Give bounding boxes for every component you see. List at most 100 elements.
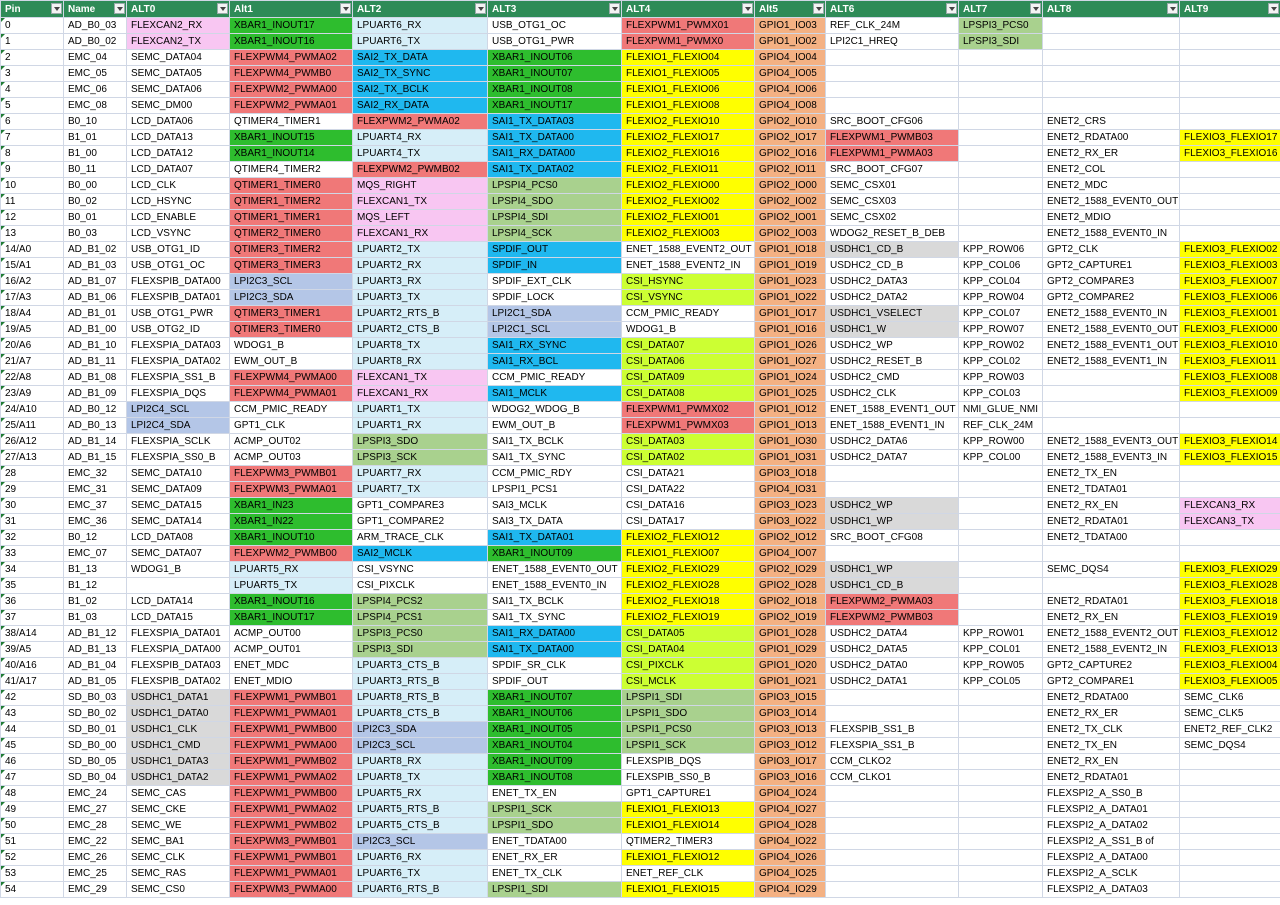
cell-alt9[interactable]: [1179, 161, 1280, 178]
cell-alt0[interactable]: LCD_DATA15: [126, 609, 230, 626]
cell-alt6[interactable]: FLEXSPIA_SS1_B: [825, 737, 959, 754]
cell-pin[interactable]: 41/A17: [0, 673, 64, 690]
cell-alt8[interactable]: [1042, 401, 1180, 418]
cell-alt2[interactable]: FLEXCAN1_TX: [352, 369, 488, 386]
filter-dropdown-icon[interactable]: [946, 3, 957, 14]
cell-alt0[interactable]: FLEXSPIB_DATA03: [126, 657, 230, 674]
cell-alt1[interactable]: FLEXPWM1_PWMA01: [229, 705, 353, 722]
cell-alt1[interactable]: LPUART5_TX: [229, 577, 353, 594]
cell-alt0[interactable]: FLEXCAN2_RX: [126, 17, 230, 34]
cell-alt3[interactable]: SPDIF_SR_CLK: [487, 657, 622, 674]
cell-alt3[interactable]: XBAR1_INOUT07: [487, 689, 622, 706]
cell-pin[interactable]: 47: [0, 769, 64, 786]
cell-alt1[interactable]: QTIMER4_TIMER1: [229, 113, 353, 130]
column-header-alt7[interactable]: ALT7: [958, 0, 1043, 18]
cell-alt9[interactable]: SEMC_CLK5: [1179, 705, 1280, 722]
cell-alt7[interactable]: KPP_COL01: [958, 641, 1043, 658]
cell-alt4[interactable]: QTIMER2_TIMER3: [621, 833, 755, 850]
cell-alt5[interactable]: GPIO2_IO12: [754, 529, 826, 546]
cell-alt3[interactable]: EWM_OUT_B: [487, 417, 622, 434]
cell-alt1[interactable]: FLEXPWM1_PWMA02: [229, 769, 353, 786]
cell-alt4[interactable]: FLEXPWM1_PWMX0: [621, 33, 755, 50]
cell-alt4[interactable]: FLEXIO1_FLEXIO14: [621, 817, 755, 834]
cell-alt9[interactable]: [1179, 65, 1280, 82]
cell-alt8[interactable]: ENET2_1588_EVENT0_OUT: [1042, 193, 1180, 210]
cell-alt5[interactable]: GPIO2_IO18: [754, 593, 826, 610]
cell-alt7[interactable]: KPP_ROW07: [958, 321, 1043, 338]
cell-alt8[interactable]: GPT2_COMPARE1: [1042, 673, 1180, 690]
cell-alt1[interactable]: XBAR1_IN22: [229, 513, 353, 530]
cell-alt3[interactable]: LPSPI1_PCS1: [487, 481, 622, 498]
cell-alt8[interactable]: FLEXSPI2_A_DATA01: [1042, 801, 1180, 818]
cell-alt9[interactable]: FLEXIO3_FLEXIO12: [1179, 625, 1280, 642]
cell-alt6[interactable]: LPI2C1_HREQ: [825, 33, 959, 50]
cell-alt2[interactable]: LPUART8_CTS_B: [352, 705, 488, 722]
cell-alt7[interactable]: KPP_COL05: [958, 673, 1043, 690]
cell-alt6[interactable]: FLEXPWM1_PWMA03: [825, 145, 959, 162]
cell-alt4[interactable]: FLEXIO1_FLEXIO06: [621, 81, 755, 98]
cell-alt8[interactable]: GPT2_COMPARE3: [1042, 273, 1180, 290]
cell-alt6[interactable]: USDHC2_DATA7: [825, 449, 959, 466]
cell-name[interactable]: EMC_05: [63, 65, 127, 82]
cell-alt1[interactable]: XBAR1_INOUT14: [229, 145, 353, 162]
cell-alt7[interactable]: [958, 497, 1043, 514]
cell-alt3[interactable]: ENET_TX_EN: [487, 785, 622, 802]
cell-alt1[interactable]: QTIMER2_TIMER0: [229, 225, 353, 242]
cell-alt7[interactable]: [958, 689, 1043, 706]
cell-name[interactable]: SD_B0_02: [63, 705, 127, 722]
cell-alt9[interactable]: [1179, 401, 1280, 418]
cell-alt2[interactable]: LPI2C3_SCL: [352, 737, 488, 754]
cell-alt8[interactable]: FLEXSPI2_A_SS0_B: [1042, 785, 1180, 802]
cell-alt2[interactable]: LPUART2_RX: [352, 257, 488, 274]
cell-alt6[interactable]: FLEXPWM2_PWMA03: [825, 593, 959, 610]
cell-alt7[interactable]: KPP_ROW05: [958, 657, 1043, 674]
cell-alt8[interactable]: ENET2_1588_EVENT1_OUT: [1042, 337, 1180, 354]
cell-alt9[interactable]: [1179, 785, 1280, 802]
cell-name[interactable]: SD_B0_05: [63, 753, 127, 770]
cell-alt9[interactable]: [1179, 81, 1280, 98]
cell-alt7[interactable]: [958, 705, 1043, 722]
cell-alt9[interactable]: FLEXIO3_FLEXIO15: [1179, 449, 1280, 466]
cell-alt0[interactable]: LCD_DATA07: [126, 161, 230, 178]
cell-alt9[interactable]: [1179, 225, 1280, 242]
cell-alt9[interactable]: FLEXIO3_FLEXIO04: [1179, 657, 1280, 674]
cell-alt0[interactable]: SEMC_DATA06: [126, 81, 230, 98]
cell-alt4[interactable]: FLEXIO2_FLEXIO01: [621, 209, 755, 226]
cell-alt2[interactable]: LPUART8_TX: [352, 769, 488, 786]
cell-alt3[interactable]: XBAR1_INOUT09: [487, 545, 622, 562]
cell-alt0[interactable]: [126, 577, 230, 594]
cell-alt9[interactable]: SEMC_CLK6: [1179, 689, 1280, 706]
cell-alt5[interactable]: GPIO1_IO13: [754, 417, 826, 434]
cell-alt3[interactable]: XBAR1_INOUT04: [487, 737, 622, 754]
cell-alt7[interactable]: [958, 865, 1043, 882]
cell-alt9[interactable]: FLEXIO3_FLEXIO05: [1179, 673, 1280, 690]
cell-alt4[interactable]: FLEXPWM1_PWMX01: [621, 17, 755, 34]
cell-pin[interactable]: 2: [0, 49, 64, 66]
column-header-name[interactable]: Name: [63, 0, 127, 18]
cell-alt1[interactable]: XBAR1_INOUT16: [229, 593, 353, 610]
cell-alt7[interactable]: KPP_ROW02: [958, 337, 1043, 354]
cell-name[interactable]: AD_B1_01: [63, 305, 127, 322]
cell-alt5[interactable]: GPIO4_IO05: [754, 65, 826, 82]
cell-alt5[interactable]: GPIO1_IO31: [754, 449, 826, 466]
cell-alt6[interactable]: [825, 81, 959, 98]
cell-alt2[interactable]: LPUART2_RTS_B: [352, 305, 488, 322]
cell-alt1[interactable]: ACMP_OUT03: [229, 449, 353, 466]
cell-name[interactable]: EMC_27: [63, 801, 127, 818]
cell-alt2[interactable]: LPUART4_TX: [352, 145, 488, 162]
cell-pin[interactable]: 39/A5: [0, 641, 64, 658]
cell-alt3[interactable]: SAI3_TX_DATA: [487, 513, 622, 530]
cell-alt4[interactable]: GPT1_CAPTURE1: [621, 785, 755, 802]
cell-alt8[interactable]: [1042, 545, 1180, 562]
cell-alt3[interactable]: SAI1_RX_DATA00: [487, 625, 622, 642]
cell-alt3[interactable]: ENET_TX_CLK: [487, 865, 622, 882]
cell-alt7[interactable]: KPP_COL07: [958, 305, 1043, 322]
cell-pin[interactable]: 25/A11: [0, 417, 64, 434]
cell-alt3[interactable]: XBAR1_INOUT08: [487, 81, 622, 98]
cell-alt6[interactable]: USDHC1_WP: [825, 513, 959, 530]
cell-alt3[interactable]: SAI1_TX_SYNC: [487, 449, 622, 466]
cell-alt7[interactable]: [958, 545, 1043, 562]
cell-alt7[interactable]: [958, 881, 1043, 898]
cell-alt7[interactable]: [958, 785, 1043, 802]
cell-alt1[interactable]: XBAR1_INOUT15: [229, 129, 353, 146]
